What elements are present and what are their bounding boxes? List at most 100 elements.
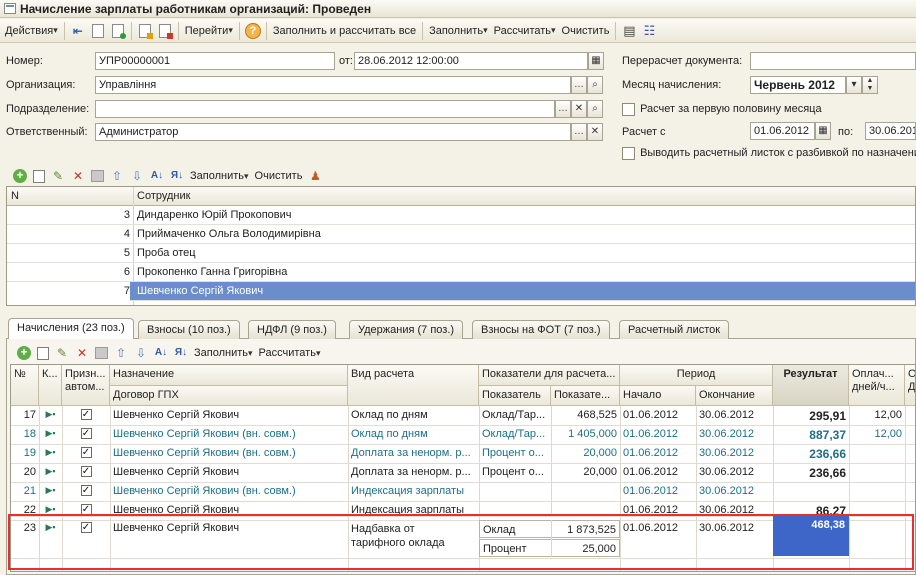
edit-icon[interactable]: ✎ [51,169,65,183]
indicator-value[interactable]: 25,000 [552,541,619,557]
edit-icon[interactable]: ✎ [55,346,69,360]
column-header-n[interactable]: N [11,190,19,202]
calc-type-cell[interactable]: Надбавка от тарифного оклада [348,520,479,552]
purpose-cell[interactable]: Шевченко Сергій Якович [110,520,348,536]
post-document-icon[interactable] [138,23,153,39]
calculate-menu[interactable]: Рассчитать [491,21,559,41]
purpose-cell[interactable]: Шевченко Сергій Якович [110,464,348,480]
indicator-name[interactable]: Оклад [480,522,550,538]
indicator-value[interactable] [551,502,620,506]
start-date-cell[interactable]: 01.06.2012 [620,483,696,499]
select-ellipsis-icon[interactable]: … [571,123,587,141]
paid-days-cell[interactable] [849,483,905,487]
sort-descending-icon[interactable]: Я↓ [174,346,188,360]
indicator-name[interactable]: Процент о... [479,445,551,461]
table-row[interactable]: 6 Прокопенко Ганна Григорівна [7,263,915,282]
indicator-name[interactable] [479,502,551,506]
column-header-start[interactable]: Начало [620,386,696,406]
table-row[interactable]: 4 Приймаченко Ольга Володимирівна [7,225,915,244]
column-header-calc-type[interactable]: Вид расчета [348,365,479,406]
spin-icon[interactable]: ▲ ▼ [862,76,878,94]
fill-menu[interactable]: Заполнить [426,21,491,41]
month-field[interactable]: Червень 2012 [750,76,846,94]
column-header-end[interactable]: Окончание [696,386,773,406]
end-date-cell[interactable]: 30.06.2012 [696,520,773,536]
paid-days-cell[interactable] [849,445,905,449]
unpost-document-icon[interactable] [158,23,173,39]
tab-deductions[interactable]: Удержания (7 поз.) [349,320,464,339]
add-icon[interactable]: + [13,169,27,183]
tab-payslip[interactable]: Расчетный листок [619,320,730,339]
paid-days-cell[interactable]: 12,00 [849,407,905,423]
post-and-close-icon[interactable]: ⇤ [70,23,86,39]
paid-days-cell[interactable] [849,464,905,468]
first-half-checkbox[interactable] [622,103,635,116]
purpose-cell[interactable]: Шевченко Сергій Якович (вн. совм.) [110,426,348,442]
actions-menu[interactable]: Действия [2,21,61,41]
end-date-cell[interactable]: 30.06.2012 [696,464,773,480]
move-up-icon[interactable]: ⇧ [114,346,128,360]
indicator-value[interactable]: 1 405,000 [551,426,620,442]
chevron-down-icon[interactable]: ▾ [846,76,862,94]
clear-button[interactable]: Очистить [559,21,613,41]
indicator-value[interactable] [551,483,620,487]
calc-type-cell[interactable]: Оклад по дням [348,426,479,442]
column-header-k[interactable]: К... [39,365,62,406]
result-cell[interactable] [773,483,849,487]
calc-type-cell[interactable]: Доплата за ненорм. р... [348,464,479,480]
move-down-icon[interactable]: ⇩ [130,169,144,183]
structure-icon[interactable]: ▤ [621,23,637,39]
sort-descending-icon[interactable]: Я↓ [170,169,184,183]
table-row-selected[interactable]: 7 Шевченко Сергій Якович [7,282,915,301]
calc-from-field[interactable]: 01.06.2012 [750,122,815,140]
help-icon[interactable]: ? [244,22,261,39]
indicator-value[interactable]: 20,000 [551,464,620,480]
indicator-name[interactable]: Процент о... [479,464,551,480]
column-header-indicator-value[interactable]: Показате... [551,386,620,406]
calc-type-cell[interactable]: Доплата за ненорм. р... [348,445,479,461]
table-row[interactable]: 5 Проба отец [7,244,915,263]
end-date-cell[interactable]: 30.06.2012 [696,426,773,442]
column-header-indicator[interactable]: Показатель [479,386,551,406]
copy-document-icon[interactable] [111,23,126,39]
column-header-n[interactable]: № [11,365,39,406]
indicator-name[interactable]: Процент [480,541,550,557]
result-cell-selected[interactable]: 468,38 [773,516,849,556]
result-cell[interactable]: 236,66 [773,445,849,463]
date-field[interactable]: 28.06.2012 12:00:00 [354,52,588,70]
organization-field[interactable]: Управління [95,76,571,94]
indicator-value[interactable]: 468,525 [551,407,620,423]
indicator-value[interactable]: 1 873,525 [552,522,619,538]
calc-type-cell[interactable]: Индексация зарплаты [348,483,479,499]
first-half-option[interactable]: Расчет за первую половину месяца [622,103,822,116]
tab-accruals[interactable]: Начисления (23 поз.) [8,318,134,339]
tab-ndfl[interactable]: НДФЛ (9 поз.) [248,320,336,339]
recalc-field[interactable] [750,52,916,70]
fill-and-calculate-all-button[interactable]: Заполнить и рассчитать все [270,21,419,41]
auto-checkbox[interactable]: ✓ [62,463,110,479]
result-cell[interactable]: 295,91 [773,407,849,425]
copy-icon[interactable] [33,169,45,183]
auto-checkbox[interactable]: ✓ [62,406,110,422]
calendar-icon[interactable]: ▦ [588,52,604,70]
auto-checkbox[interactable]: ✓ [62,519,110,535]
employees-clear-button[interactable]: Очистить [252,166,306,186]
start-date-cell[interactable]: 01.06.2012 [620,464,696,480]
paid-days-cell[interactable] [849,502,905,506]
move-up-icon[interactable]: ⇧ [110,169,124,183]
indicator-name[interactable] [479,483,551,487]
copy-icon[interactable] [37,346,49,360]
auto-checkbox[interactable]: ✓ [62,501,110,517]
accruals-fill-menu[interactable]: Заполнить [191,343,256,363]
end-edit-icon[interactable] [95,347,108,359]
checklist-icon[interactable]: ☷ [641,23,657,39]
sort-ascending-icon[interactable]: A↓ [150,169,164,183]
table-row[interactable]: 3 Диндаренко Юрій Прокопович [7,206,915,225]
tab-contributions[interactable]: Взносы (10 поз.) [138,320,240,339]
start-date-cell[interactable]: 01.06.2012 [620,426,696,442]
column-header-indicators[interactable]: Показатели для расчета... [479,365,620,386]
search-icon[interactable]: ⌕ [587,100,603,118]
indicator-name[interactable]: Оклад/Тар... [479,426,551,442]
number-field[interactable]: УПР00000001 [95,52,335,70]
column-header-period[interactable]: Период [620,365,773,386]
